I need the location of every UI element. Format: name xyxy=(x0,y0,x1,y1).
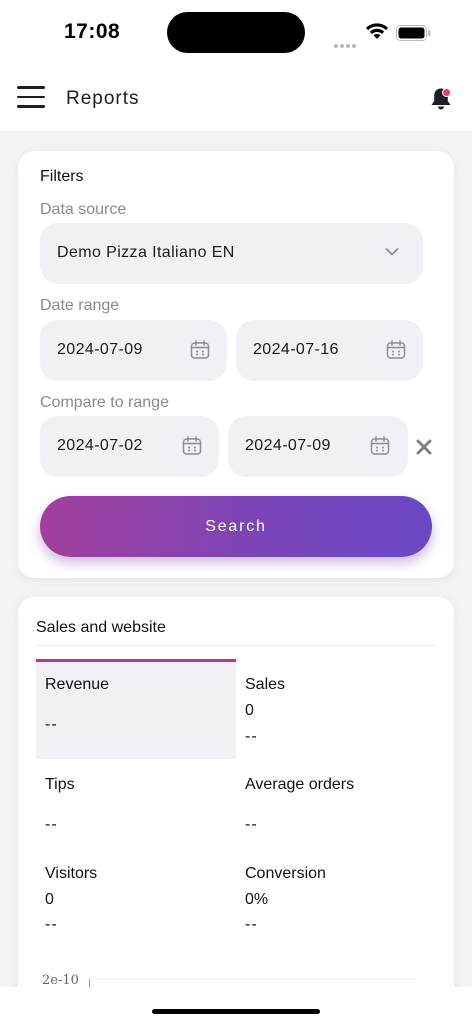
date-from-field[interactable]: 2024-07-09 xyxy=(40,320,227,381)
notification-badge xyxy=(442,88,451,97)
metric-sales-label[interactable]: Sales xyxy=(245,676,285,694)
metric-tips-label[interactable]: Tips xyxy=(45,776,75,794)
card-divider xyxy=(36,645,436,646)
metric-visitors-label[interactable]: Visitors xyxy=(45,865,97,883)
compare-to-value: 2024-07-09 xyxy=(245,437,331,454)
dynamic-island xyxy=(167,12,305,53)
date-from-value: 2024-07-09 xyxy=(57,341,143,358)
calendar-icon xyxy=(386,340,406,359)
status-time: 17:08 xyxy=(64,20,121,43)
search-button[interactable]: Search xyxy=(40,496,432,557)
chart-grid-line xyxy=(96,979,416,980)
compare-from-value: 2024-07-02 xyxy=(57,437,143,454)
metric-visitors-value: 0 xyxy=(45,891,54,908)
filters-title: Filters xyxy=(40,168,84,185)
date-to-value: 2024-07-16 xyxy=(253,341,339,358)
metric-conversion-label[interactable]: Conversion xyxy=(245,865,326,883)
wifi-icon xyxy=(366,23,388,39)
chevron-down-icon xyxy=(385,248,399,256)
metric-tips-compare: -- xyxy=(45,816,58,833)
metric-sales-compare: -- xyxy=(245,728,258,745)
sales-website-title: Sales and website xyxy=(36,619,166,636)
data-source-select[interactable]: Demo Pizza Italiano EN xyxy=(40,223,423,284)
calendar-icon xyxy=(182,436,202,455)
data-source-value: Demo Pizza Italiano EN xyxy=(57,244,235,261)
metric-revenue-tile[interactable] xyxy=(36,659,236,759)
metric-conversion-compare: -- xyxy=(245,916,258,933)
calendar-icon xyxy=(190,340,210,359)
hamburger-menu-icon[interactable] xyxy=(17,86,45,108)
calendar-icon xyxy=(370,436,390,455)
date-to-field[interactable]: 2024-07-16 xyxy=(236,320,423,381)
bottom-safe-area xyxy=(0,987,472,1024)
page-title: Reports xyxy=(66,88,140,109)
metric-sales-value: 0 xyxy=(245,702,254,719)
chart-axis-tick xyxy=(89,979,90,987)
status-bar: 17:08 xyxy=(0,0,472,64)
compare-range-label: Compare to range xyxy=(40,394,169,411)
metric-visitors-compare: -- xyxy=(45,916,58,933)
metric-average-orders-label[interactable]: Average orders xyxy=(245,776,354,794)
metric-revenue-label: Revenue xyxy=(45,676,110,693)
battery-icon xyxy=(396,25,431,41)
home-indicator[interactable] xyxy=(152,1009,320,1014)
metric-conversion-value: 0% xyxy=(245,891,269,908)
compare-from-field[interactable]: 2024-07-02 xyxy=(40,416,219,477)
metric-average-orders-compare: -- xyxy=(245,816,258,833)
cellular-signal-icon xyxy=(334,35,358,53)
chart-axis-tick-label: 2e-10 xyxy=(42,973,79,988)
compare-to-field[interactable]: 2024-07-09 xyxy=(228,416,408,477)
metric-revenue-compare: -- xyxy=(45,716,58,733)
clear-compare-icon[interactable] xyxy=(415,438,433,456)
app-header: Reports xyxy=(0,64,472,132)
data-source-label: Data source xyxy=(40,201,127,218)
date-range-label: Date range xyxy=(40,297,120,314)
